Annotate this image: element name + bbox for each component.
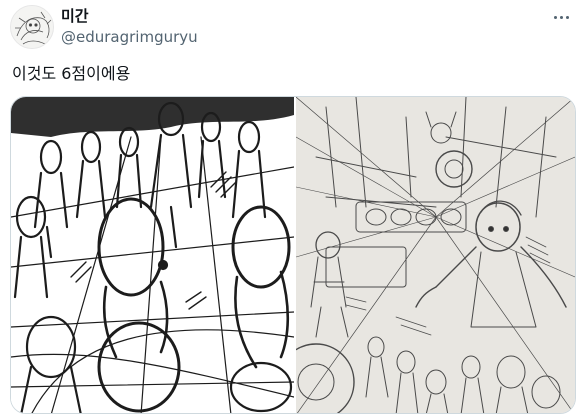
media-container xyxy=(10,96,576,414)
sketch-image-machine-room[interactable] xyxy=(296,97,575,413)
more-dot xyxy=(565,15,569,19)
tweet-text: 이것도 6점이에용 xyxy=(12,64,131,83)
more-horizontal-icon xyxy=(553,15,557,19)
user-handle[interactable]: @eduragrimguryu xyxy=(61,27,198,47)
more-options-button[interactable] xyxy=(548,6,574,28)
more-dot xyxy=(559,15,563,19)
tweet: 미간 @eduragrimguryu 이것도 6점이에용 xyxy=(0,0,578,416)
display-name[interactable]: 미간 xyxy=(61,6,89,26)
avatar[interactable] xyxy=(10,5,54,49)
sketch-image-crowd[interactable] xyxy=(11,97,294,413)
